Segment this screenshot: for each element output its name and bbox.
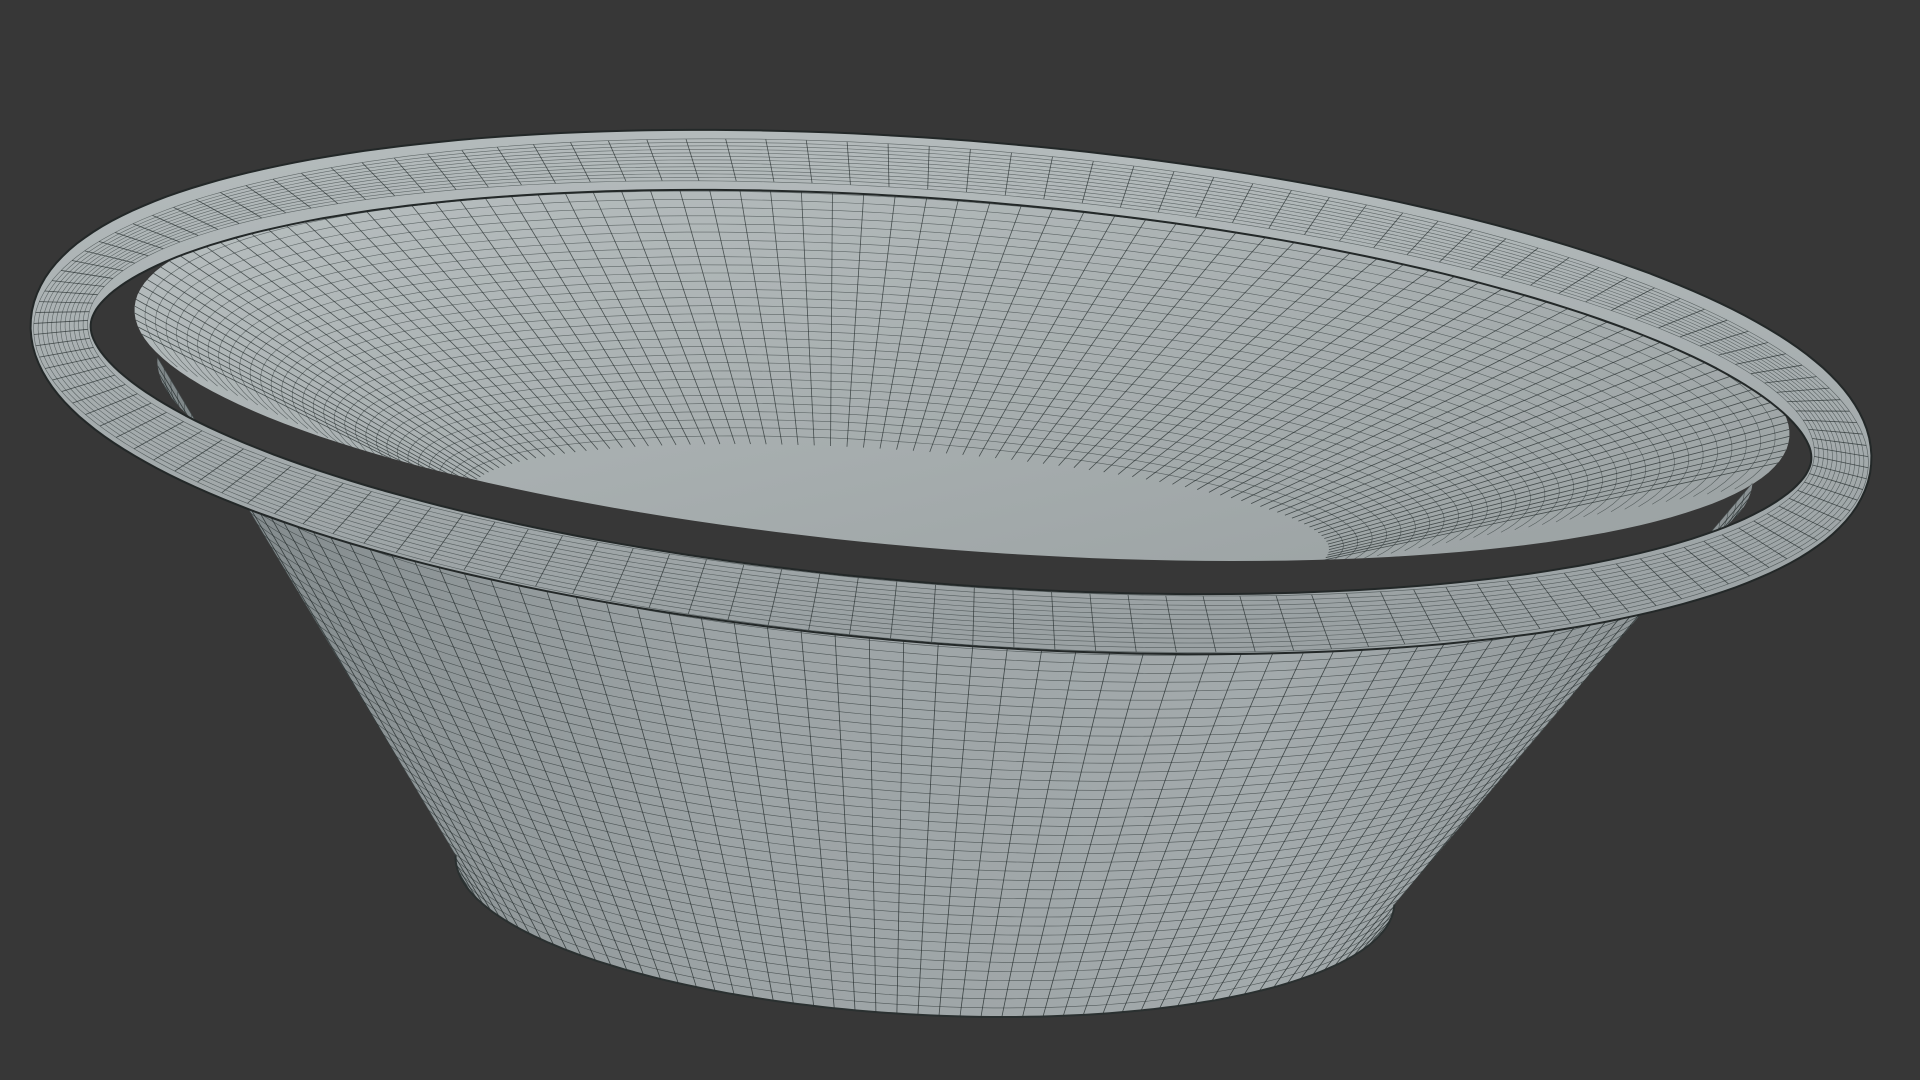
3d-viewport[interactable] (0, 0, 1920, 1080)
